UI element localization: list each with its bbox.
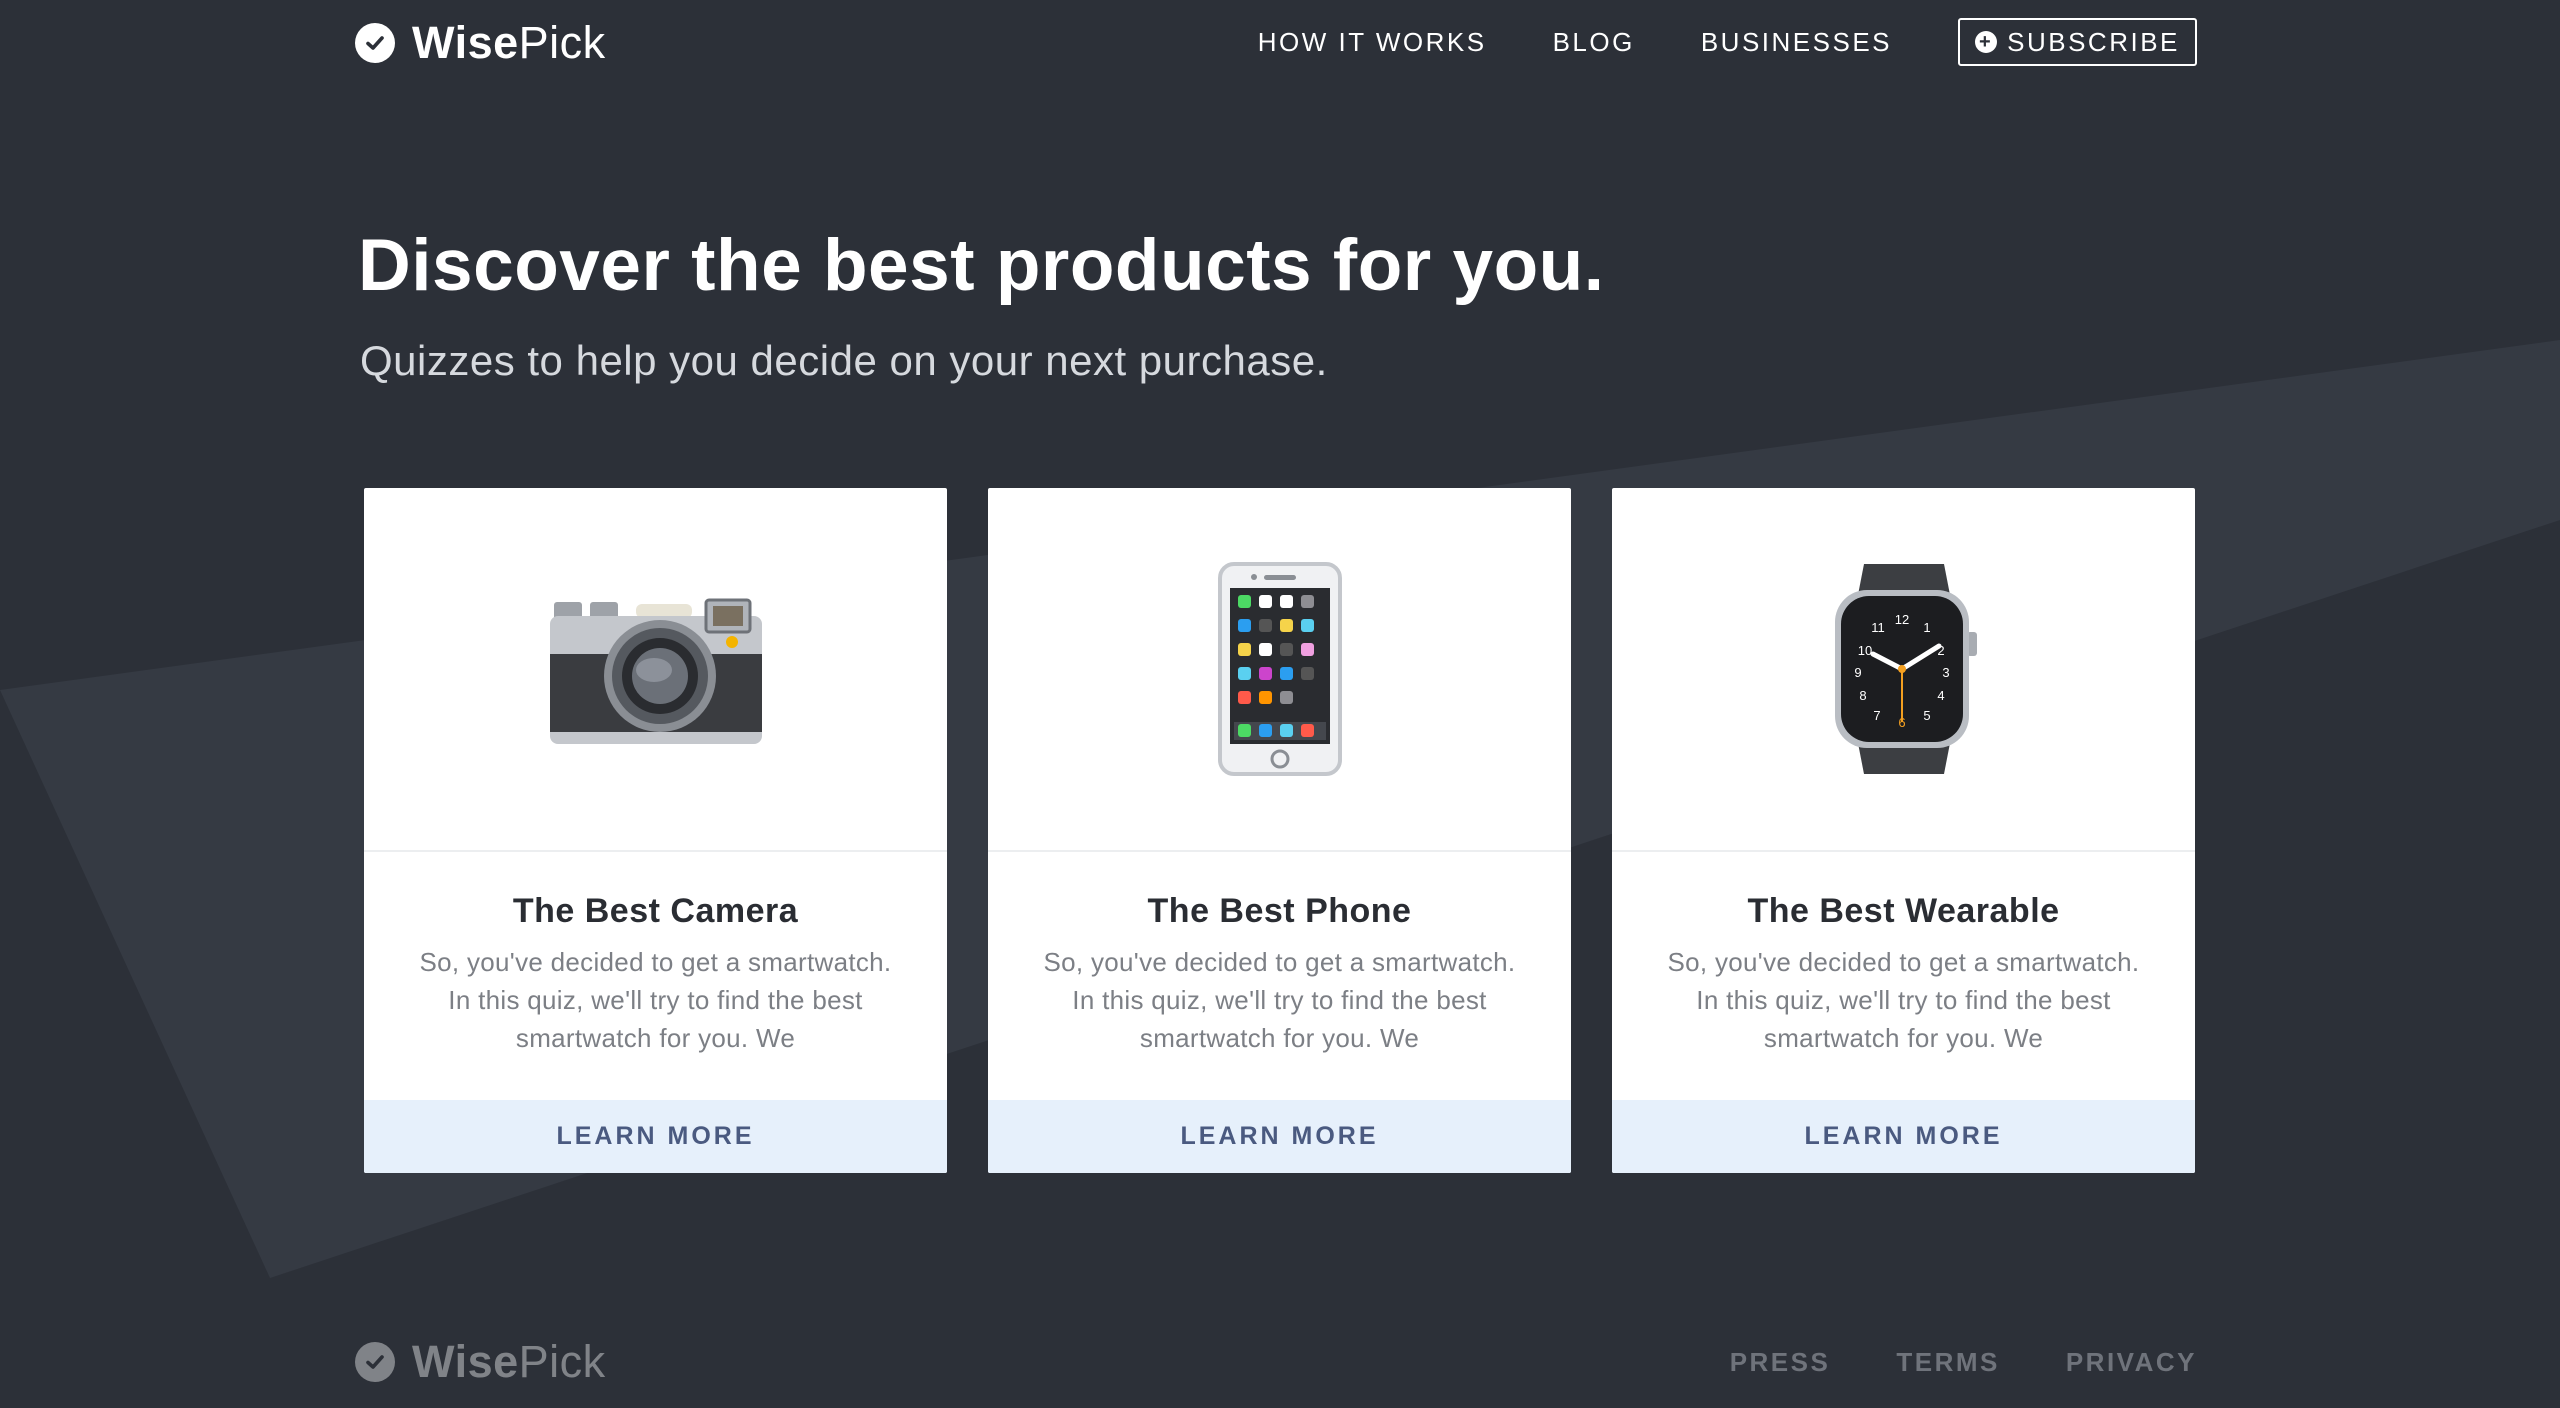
nav-how-it-works[interactable]: HOW IT WORKS: [1258, 27, 1487, 58]
card-title: The Best Phone: [1147, 892, 1412, 930]
learn-more-button[interactable]: LEARN MORE: [988, 1100, 1571, 1173]
footer-link-privacy[interactable]: PRIVACY: [2066, 1347, 2197, 1378]
hero-title: Discover the best products for you.: [358, 225, 1605, 306]
svg-text:7: 7: [1873, 708, 1880, 723]
smartwatch-icon: 12 1 2 3 4 5 6 7 8 9 10 11: [1834, 564, 1977, 774]
card-description: So, you've decided to get a smartwatch. …: [1043, 947, 1516, 1053]
phone-icon: [1217, 562, 1342, 776]
plus-circle-icon: +: [1975, 31, 1998, 53]
svg-text:5: 5: [1923, 708, 1930, 723]
svg-text:4: 4: [1937, 688, 1944, 703]
subscribe-label: SUBSCRIBE: [2007, 26, 2180, 57]
card-image: [364, 488, 947, 852]
learn-more-button[interactable]: LEARN MORE: [1612, 1100, 2195, 1173]
top-nav: HOW IT WORKS BLOG BUSINESSES + SUBSCRIBE: [1258, 18, 2197, 66]
svg-text:1: 1: [1923, 620, 1930, 635]
footer-logo[interactable]: WisePick: [355, 1339, 606, 1384]
card-image: [988, 488, 1571, 852]
check-icon: [355, 22, 395, 63]
card-image: 12 1 2 3 4 5 6 7 8 9 10 11: [1612, 488, 2195, 852]
check-icon: [355, 1341, 395, 1382]
camera-icon: [549, 598, 762, 744]
card-camera[interactable]: The Best Camera So, you've decided to ge…: [364, 488, 947, 1173]
quiz-cards: The Best Camera So, you've decided to ge…: [364, 488, 2195, 1173]
card-title: The Best Wearable: [1747, 892, 2060, 930]
card-description: So, you've decided to get a smartwatch. …: [1667, 947, 2140, 1053]
nav-blog[interactable]: BLOG: [1553, 27, 1635, 58]
svg-text:11: 11: [1871, 620, 1885, 635]
svg-text:3: 3: [1942, 665, 1949, 680]
learn-more-button[interactable]: LEARN MORE: [364, 1100, 947, 1173]
svg-text:10: 10: [1857, 643, 1871, 658]
card-title: The Best Camera: [512, 892, 799, 930]
page: WisePick HOW IT WORKS BLOG BUSINESSES + …: [0, 0, 2560, 1408]
card-description: So, you've decided to get a smartwatch. …: [419, 947, 892, 1053]
card-wearable[interactable]: 12 1 2 3 4 5 6 7 8 9 10 11 The Best Wear…: [1612, 488, 2195, 1173]
logo-wordmark: WisePick: [412, 1336, 606, 1387]
footer-link-terms[interactable]: TERMS: [1896, 1347, 2000, 1378]
svg-text:8: 8: [1859, 688, 1866, 703]
footer-link-press[interactable]: PRESS: [1730, 1347, 1831, 1378]
footer-nav: PRESS TERMS PRIVACY: [1730, 1347, 2197, 1378]
subscribe-button[interactable]: + SUBSCRIBE: [1958, 18, 2197, 66]
hero-subtitle: Quizzes to help you decide on your next …: [360, 337, 1328, 384]
header-logo[interactable]: WisePick: [355, 20, 606, 65]
svg-text:12: 12: [1894, 612, 1908, 627]
nav-businesses[interactable]: BUSINESSES: [1701, 27, 1892, 58]
card-phone[interactable]: The Best Phone So, you've decided to get…: [988, 488, 1571, 1173]
logo-wordmark: WisePick: [412, 17, 606, 68]
svg-text:9: 9: [1854, 665, 1861, 680]
